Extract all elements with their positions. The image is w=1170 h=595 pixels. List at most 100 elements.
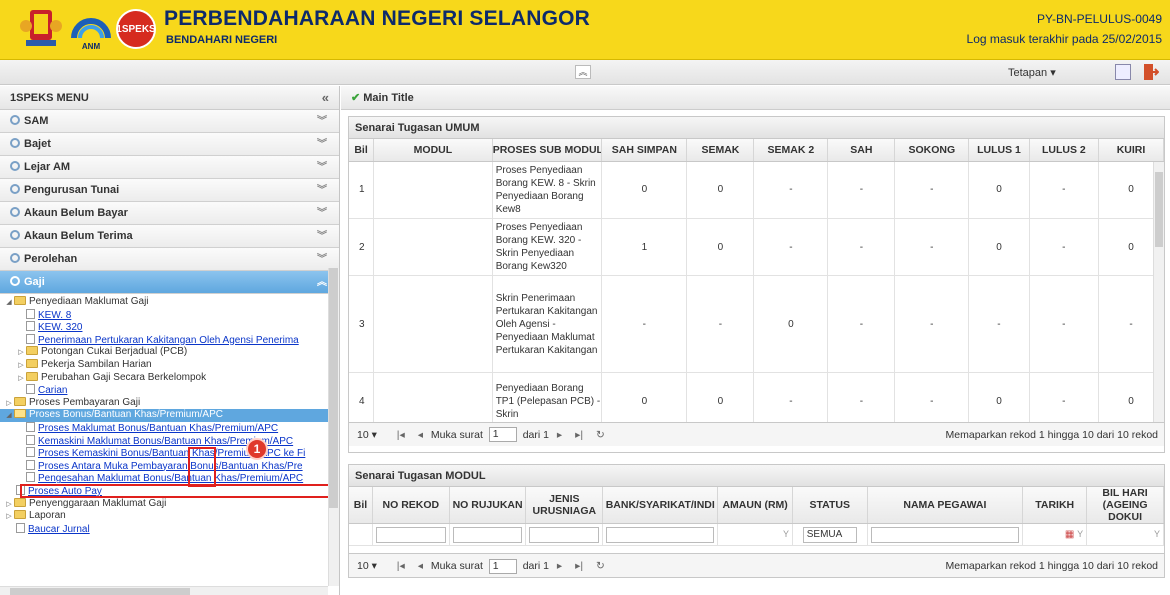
last-page-icon[interactable]: ▸|: [575, 429, 583, 441]
col-header[interactable]: NAMA PEGAWAI: [867, 487, 1024, 524]
collapse-header-button[interactable]: ︽: [575, 65, 591, 79]
document-icon: [26, 384, 35, 395]
col-header[interactable]: PROSES SUB MODUL: [492, 139, 603, 162]
menu-section-pengurusan-tunai[interactable]: Pengurusan Tunai ︾: [0, 179, 339, 202]
task-table-umum: Bil MODUL PROSES SUB MODUL SAH SIMPAN SE…: [349, 139, 1164, 162]
col-header[interactable]: NO REKOD: [372, 487, 450, 524]
top-toolbar: ︽ Tetapan ▾: [0, 60, 1170, 85]
menu-section-gaji[interactable]: Gaji ︽: [0, 271, 339, 294]
table-row[interactable]: 3 Skrin Penerimaan Pertukaran Kakitangan …: [349, 275, 1164, 373]
document-icon: [26, 472, 35, 483]
filter-funnel-icon[interactable]: Y: [1077, 529, 1083, 539]
prev-page-icon[interactable]: ◂: [418, 429, 423, 441]
col-header[interactable]: Bil: [349, 139, 375, 162]
col-header[interactable]: JENIS URUSNIAGA: [525, 487, 604, 524]
col-header[interactable]: KUIRI: [1098, 139, 1164, 162]
tree-item-kew320[interactable]: KEW. 320: [0, 321, 339, 334]
col-header[interactable]: SEMAK 2: [753, 139, 829, 162]
first-page-icon[interactable]: |◂: [397, 560, 405, 572]
col-header[interactable]: BIL HARI (AGEING DOKUI: [1086, 487, 1164, 524]
col-header[interactable]: Bil: [349, 487, 373, 524]
page-size-select[interactable]: 10 ▾: [357, 423, 377, 447]
tree-folder-pekerja-sambilan[interactable]: ▷ Pekerja Sambilan Harian: [0, 358, 339, 372]
col-header[interactable]: STATUS: [792, 487, 868, 524]
tree-folder-proses-bonus[interactable]: ◢ Proses Bonus/Bantuan Khas/Premium/APC: [0, 409, 339, 422]
status-filter-select[interactable]: SEMUA: [802, 526, 857, 543]
selangor-coat-of-arms-logo: [20, 10, 62, 46]
col-header[interactable]: SAH SIMPAN: [601, 139, 688, 162]
last-page-icon[interactable]: ▸|: [575, 560, 583, 572]
menu-section-akaun-belum-bayar[interactable]: Akaun Belum Bayar ︾: [0, 202, 339, 225]
filter-nama-pegawai[interactable]: [870, 526, 1020, 543]
sidebar-scroll-thumb[interactable]: [329, 268, 338, 508]
filter-funnel-icon[interactable]: Y: [1154, 529, 1160, 539]
checkmark-icon: ✔: [351, 92, 361, 104]
search-icon: [10, 207, 20, 217]
search-icon: [10, 230, 20, 240]
menu-section-akaun-belum-terima[interactable]: Akaun Belum Terima ︾: [0, 225, 339, 248]
page-input[interactable]: 1: [488, 427, 517, 443]
page-size-select[interactable]: 10 ▾: [357, 554, 377, 578]
tree-folder-proses-pembayaran-gaji[interactable]: ▷ Proses Pembayaran Gaji: [0, 396, 339, 410]
next-page-icon[interactable]: ▸: [557, 429, 562, 441]
prev-page-icon[interactable]: ◂: [418, 560, 423, 572]
menu-section-lejar-am[interactable]: Lejar AM ︾: [0, 156, 339, 179]
refresh-icon[interactable]: ↻: [596, 429, 605, 441]
tree-item-carian[interactable]: Carian: [0, 384, 339, 397]
filter-bank-syarikat[interactable]: [606, 526, 715, 543]
col-header[interactable]: SAH: [827, 139, 896, 162]
filter-jenis-urusniaga[interactable]: [529, 526, 600, 543]
sidebar-horizontal-scrollbar[interactable]: [0, 586, 328, 595]
collapse-sidebar-icon[interactable]: «: [322, 86, 329, 110]
page-input[interactable]: 1: [488, 558, 517, 574]
col-header[interactable]: LULUS 2: [1029, 139, 1100, 162]
menu-section-sam[interactable]: SAM ︾: [0, 110, 339, 133]
logout-icon[interactable]: [1143, 63, 1159, 81]
filter-funnel-icon[interactable]: Y: [783, 529, 789, 539]
refresh-icon[interactable]: ↻: [596, 560, 605, 572]
calendar-icon[interactable]: ▦: [1065, 529, 1074, 540]
col-header[interactable]: BANK/SYARIKAT/INDI: [602, 487, 719, 524]
table-scrollbar[interactable]: [1153, 162, 1164, 422]
table-row[interactable]: 1 Proses Penyediaan Borang KEW. 8 - Skrin…: [349, 161, 1164, 219]
next-page-icon[interactable]: ▸: [557, 560, 562, 572]
tree-item-baucar-jurnal[interactable]: Baucar Jurnal: [0, 522, 339, 536]
table-row[interactable]: 2 Proses Penyediaan Borang KEW. 320 - Skr…: [349, 218, 1164, 276]
step-badge: 1: [246, 438, 268, 460]
tree-item-proses-antara-muka-pembayaran[interactable]: Proses Antara Muka Pembayaran Bonus/Bant…: [0, 459, 339, 473]
tree-folder-laporan[interactable]: ▷ Laporan: [0, 510, 339, 523]
tree-item-kew8[interactable]: KEW. 8: [0, 308, 339, 322]
filter-no-rujukan[interactable]: [452, 526, 523, 543]
first-page-icon[interactable]: |◂: [397, 429, 405, 441]
col-header[interactable]: NO RUJUKAN: [449, 487, 527, 524]
settings-dropdown[interactable]: Tetapan ▾: [1008, 66, 1056, 79]
col-header[interactable]: SOKONG: [894, 139, 970, 162]
tree-folder-potongan-cukai[interactable]: ▷ Potongan Cukai Berjadual (PCB): [0, 346, 339, 359]
tree-item-proses-kemaskini-bonus[interactable]: Proses Kemaskini Bonus/Bantuan Khas/Prem…: [0, 447, 339, 460]
tree-folder-penyenggaraan[interactable]: ▷ Penyenggaraan Maklumat Gaji: [0, 497, 339, 511]
col-header[interactable]: MODUL: [373, 139, 493, 162]
table-row[interactable]: 4 Penyediaan Borang TP1 (Pelepasan PCB) -…: [349, 372, 1164, 422]
tree-item-proses-maklumat-bonus[interactable]: Proses Maklumat Bonus/Bantuan Khas/Premi…: [0, 421, 339, 435]
search-icon: [10, 253, 20, 263]
tree-item-penerimaan-pertukaran[interactable]: Penerimaan Pertukaran Kakitangan Oleh Ag…: [0, 333, 339, 347]
anm-logo: ANM: [71, 18, 111, 51]
chevron-down-icon: ︾: [317, 254, 327, 265]
col-header[interactable]: SEMAK: [686, 139, 755, 162]
tree-folder-penyediaan-maklumat-gaji[interactable]: ◢ Penyediaan Maklumat Gaji: [0, 296, 339, 309]
menu-section-bajet[interactable]: Bajet ︾: [0, 133, 339, 156]
table-scroll-thumb[interactable]: [1155, 172, 1163, 247]
col-header[interactable]: LULUS 1: [968, 139, 1030, 162]
menu-section-perolehan[interactable]: Perolehan ︾: [0, 248, 339, 271]
search-icon: [10, 161, 20, 171]
folder-icon: [14, 409, 26, 419]
tree-folder-perubahan-gaji[interactable]: ▷ Perubahan Gaji Secara Berkelompok: [0, 371, 339, 385]
list-view-icon[interactable]: [1115, 64, 1131, 80]
sidebar-hscroll-thumb[interactable]: [10, 588, 190, 595]
tree-item-kemaskini-maklumat-bonus[interactable]: Kemaskini Maklumat Bonus/Bantuan Khas/Pr…: [0, 434, 339, 448]
col-header[interactable]: AMAUN (RM): [717, 487, 793, 524]
sidebar-scrollbar[interactable]: [328, 268, 339, 586]
filter-no-rekod[interactable]: [375, 526, 446, 543]
page-subtitle: BENDAHARI NEGERI: [166, 34, 278, 46]
col-header[interactable]: TARIKH: [1022, 487, 1088, 524]
